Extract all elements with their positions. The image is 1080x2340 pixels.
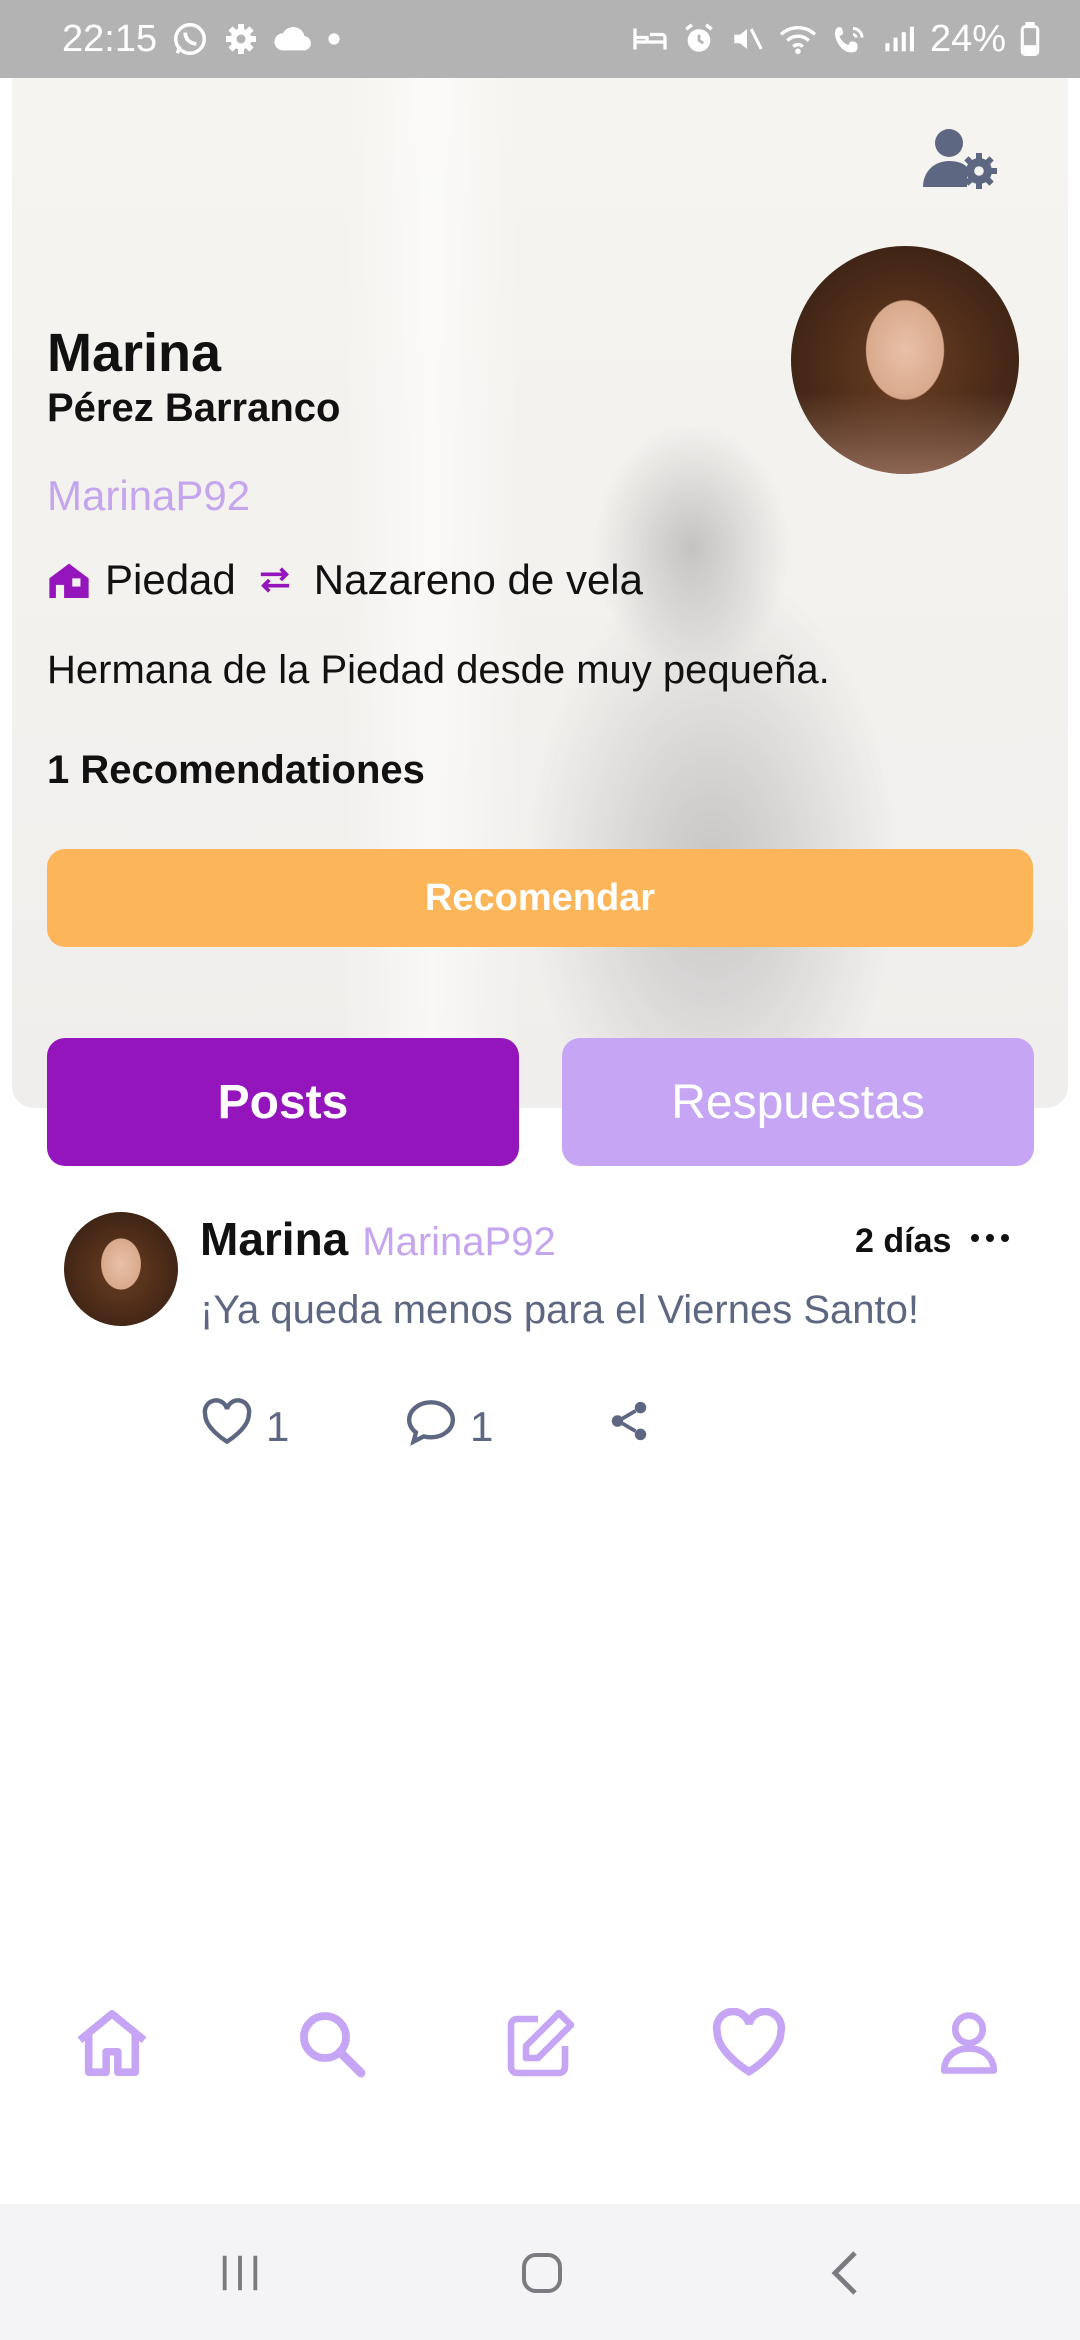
edit-icon: [505, 2007, 577, 2084]
heart-icon: [200, 1398, 254, 1456]
bed-icon: [632, 24, 668, 54]
profile-bio: Hermana de la Piedad desde muy pequeña.: [47, 648, 830, 692]
profile-meta-row: Piedad Nazareno de vela: [47, 556, 643, 604]
back-arrow-icon: [825, 2249, 865, 2302]
status-time: 22:15: [62, 17, 158, 60]
wifi-icon: [778, 22, 818, 56]
recent-apps-icon: [217, 2251, 263, 2300]
profile-avatar[interactable]: [791, 246, 1019, 474]
profile-last-name: Pérez Barranco: [47, 386, 341, 430]
tab-posts[interactable]: Posts: [47, 1038, 519, 1166]
post-share-button[interactable]: [606, 1398, 652, 1454]
recent-apps-button[interactable]: [205, 2240, 275, 2310]
profile-settings-button[interactable]: [920, 120, 1000, 200]
profile-first-name: Marina: [47, 323, 222, 383]
bottom-navigation: [0, 2000, 1080, 2110]
tab-replies[interactable]: Respuestas: [562, 1038, 1034, 1166]
profile-username: MarinaP92: [47, 472, 251, 519]
post-author-name[interactable]: Marina: [200, 1212, 348, 1266]
back-button[interactable]: [810, 2240, 880, 2310]
profile-role: Nazareno de vela: [313, 556, 643, 603]
notification-dot-icon: [327, 32, 341, 46]
nav-search-button[interactable]: [286, 2000, 376, 2090]
post-like-button[interactable]: 1: [200, 1398, 289, 1456]
whatsapp-icon: [171, 20, 209, 58]
post-author-avatar[interactable]: [64, 1212, 178, 1326]
post-text: ¡Ya queda menos para el Viernes Santo!: [200, 1288, 919, 1332]
comment-icon: [404, 1398, 458, 1456]
home-system-button[interactable]: [507, 2240, 577, 2310]
user-icon: [937, 2010, 1001, 2081]
battery-icon: [1020, 22, 1040, 56]
swap-arrows-icon: [258, 565, 292, 595]
settings-gear-icon: [223, 21, 259, 57]
user-gear-icon: [923, 127, 997, 194]
profile-brotherhood: Piedad: [105, 556, 236, 603]
home-icon: [73, 2008, 151, 2083]
post-more-options-button[interactable]: [970, 1224, 1010, 1254]
post-timestamp: 2 días: [855, 1222, 952, 1260]
search-icon: [295, 2007, 367, 2084]
post-author-username[interactable]: MarinaP92: [362, 1220, 555, 1265]
signal-icon: [882, 24, 916, 54]
alarm-icon: [682, 22, 716, 56]
nav-compose-button[interactable]: [496, 2000, 586, 2090]
system-navigation-bar: [0, 2204, 1080, 2340]
profile-recommendations-count: 1 Recomendationes: [47, 748, 425, 792]
battery-text: 24%: [929, 17, 1006, 60]
post-comment-count: 1: [470, 1403, 494, 1450]
nav-favorites-button[interactable]: [704, 2000, 794, 2090]
more-dots-icon: [970, 1230, 1010, 1248]
post-like-count: 1: [266, 1403, 290, 1450]
nav-home-button[interactable]: [67, 2000, 157, 2090]
nav-profile-button[interactable]: [924, 2000, 1014, 2090]
post-header: Marina MarinaP92: [200, 1212, 556, 1266]
share-icon: [606, 1398, 652, 1454]
status-bar: 22:15 24%: [0, 0, 1080, 78]
home-circle-icon: [518, 2249, 566, 2302]
mute-icon: [730, 22, 764, 56]
cloud-icon: [273, 24, 313, 54]
house-icon: [47, 562, 91, 598]
post-comment-button[interactable]: 1: [404, 1398, 493, 1456]
recommend-button[interactable]: Recomendar: [47, 849, 1033, 947]
wifi-call-icon: [832, 22, 868, 56]
heart-icon: [710, 2007, 788, 2083]
